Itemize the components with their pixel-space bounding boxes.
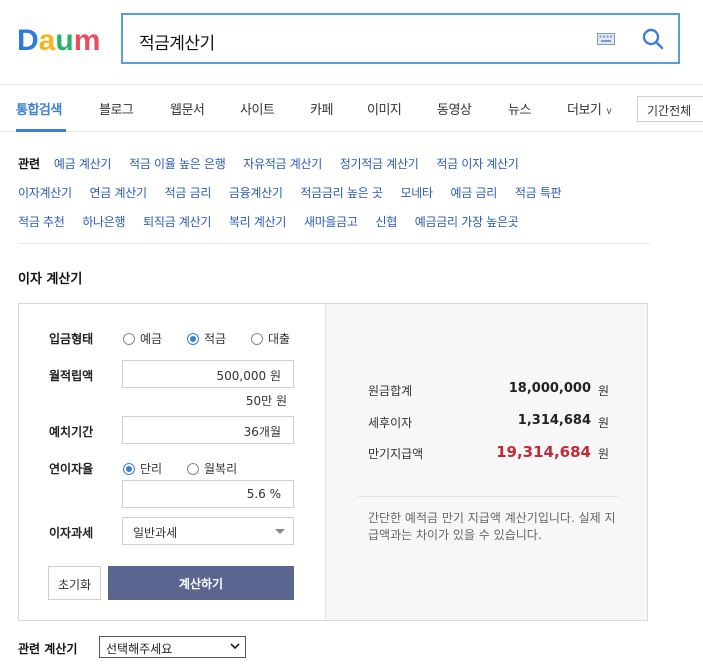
chevron-down-icon: ∨ [605,106,613,117]
period-filter[interactable]: 기간전체 [637,96,703,122]
search-input[interactable]: 적금계산기 [139,29,215,54]
radio-label: 대출 [268,332,291,346]
related-calc-select[interactable]: 선택해주세요 [99,636,246,658]
tab-blog[interactable]: 블로그 [99,99,134,118]
tab-site[interactable]: 사이트 [240,99,275,118]
search-box[interactable]: 적금계산기 [121,13,680,64]
chevron-down-icon [230,643,240,650]
daum-logo[interactable]: Daum [17,22,103,56]
after-tax-value: 1,314,684 [517,413,591,428]
interest-calculator: 입금형태 예금 적금 대출 월적립액 500,000 원 50만 원 예치기간 … [18,303,648,621]
unit-label: 원 [598,447,610,461]
period-label: 예치기간 [49,425,94,439]
calculator-inputs: 입금형태 예금 적금 대출 월적립액 500,000 원 50만 원 예치기간 … [19,304,325,620]
results-divider [358,496,618,497]
related-link[interactable]: 신협 [375,213,397,230]
svg-text:Daum: Daum [17,24,100,56]
caret-down-icon [275,529,285,534]
monthly-deposit-label: 월적립액 [49,369,94,383]
radio-compound[interactable]: 월복리 [187,460,237,477]
radio-label: 예금 [140,332,163,346]
unit-label: 원 [598,384,610,398]
related-link[interactable]: 모네타 [400,184,433,201]
tab-more[interactable]: 더보기 ∨ [567,99,613,118]
related-row: 이자계산기 연금 계산기 적금 금리 금융계산기 적금금리 높은 곳 모네타 예… [18,184,658,213]
principal-value: 18,000,000 [508,381,591,396]
unit-label: 원 [598,416,610,430]
related-link[interactable]: 하나은행 [82,213,125,230]
tab-news[interactable]: 뉴스 [508,99,531,118]
calculator-results: 원금합계 18,000,000 원 세후이자 1,314,684 원 만기지급액… [325,304,647,620]
tab-video[interactable]: 동영상 [437,99,472,118]
active-tab-indicator [16,129,66,132]
related-link[interactable]: 예금 금리 [451,184,498,201]
deposit-type-label: 입금형태 [49,332,94,346]
related-link[interactable]: 정기적금 계산기 [340,155,419,172]
tax-select[interactable]: 일반과세 [122,517,294,545]
related-link[interactable]: 적금금리 높은 곳 [300,184,383,201]
radio-label: 단리 [140,462,163,476]
related-link[interactable]: 예금금리 가장 높은곳 [415,213,519,230]
radio-label: 월복리 [204,462,238,476]
tab-image[interactable]: 이미지 [367,99,402,118]
results-note: 간단한 예적금 만기 지급액 계산기입니다. 실제 지급액과는 차이가 있을 수… [368,511,616,542]
radio-circle [187,462,199,475]
maturity-value: 19,314,684 [496,443,591,461]
related-searches: 관련 예금 계산기 적금 이율 높은 은행 자유적금 계산기 정기적금 계산기 … [18,155,658,242]
search-tabs: 통합검색 블로그 웹문서 사이트 카페 이미지 동영상 뉴스 더보기 ∨ 기간전체 [0,84,703,132]
related-link[interactable]: 적금 이율 높은 은행 [129,155,226,172]
calculate-button[interactable]: 계산하기 [108,566,294,600]
section-divider [18,243,650,244]
related-link[interactable]: 자유적금 계산기 [243,155,322,172]
annual-rate-input[interactable]: 5.6 % [122,480,294,508]
radio-simple[interactable]: 단리 [123,460,162,477]
related-row: 적금 추천 하나은행 퇴직금 계산기 복리 계산기 새마을금고 신협 예금금리 … [18,213,658,242]
radio-deposit[interactable]: 예금 [123,330,162,347]
radio-circle [251,332,263,345]
tax-label: 이자과세 [49,526,94,540]
related-link[interactable]: 적금 금리 [165,184,212,201]
period-input[interactable]: 36개월 [122,416,294,444]
related-link[interactable]: 새마을금고 [304,213,358,230]
search-icon[interactable] [641,27,665,51]
related-link[interactable]: 복리 계산기 [229,213,287,230]
tax-select-value: 일반과세 [133,526,178,540]
tab-more-label: 더보기 [567,103,602,118]
monthly-deposit-input[interactable]: 500,000 원 [122,360,294,388]
related-row: 관련 예금 계산기 적금 이율 높은 은행 자유적금 계산기 정기적금 계산기 … [18,155,658,184]
tab-web[interactable]: 웹문서 [170,99,205,118]
related-link[interactable]: 적금 특판 [515,184,562,201]
radio-label: 적금 [204,332,227,346]
related-link[interactable]: 금융계산기 [229,184,283,201]
related-link[interactable]: 예금 계산기 [54,155,112,172]
radio-circle [123,462,135,475]
reset-button[interactable]: 초기화 [48,566,101,600]
related-calc-select-value: 선택해주세요 [106,642,173,656]
principal-label: 원금합계 [368,384,413,398]
related-link[interactable]: 이자계산기 [18,184,72,201]
calculator-title: 이자 계산기 [18,272,83,287]
related-title: 관련 [18,157,41,171]
radio-circle [187,332,199,345]
radio-circle [123,332,135,345]
radio-savings[interactable]: 적금 [187,330,226,347]
related-link[interactable]: 연금 계산기 [90,184,148,201]
related-link[interactable]: 적금 이자 계산기 [436,155,519,172]
related-link[interactable]: 적금 추천 [18,213,65,230]
radio-loan[interactable]: 대출 [251,330,290,347]
header: Daum 적금계산기 [0,0,703,84]
keyboard-icon[interactable] [597,33,615,45]
tab-cafe[interactable]: 카페 [310,99,333,118]
related-link[interactable]: 퇴직금 계산기 [143,213,211,230]
tab-integrated[interactable]: 통합검색 [16,99,62,118]
annual-rate-label: 연이자율 [49,462,94,476]
monthly-deposit-note: 50만 원 [245,394,287,408]
after-tax-label: 세후이자 [368,416,413,430]
maturity-label: 만기지급액 [368,447,424,461]
related-calc-label: 관련 계산기 [18,642,78,656]
